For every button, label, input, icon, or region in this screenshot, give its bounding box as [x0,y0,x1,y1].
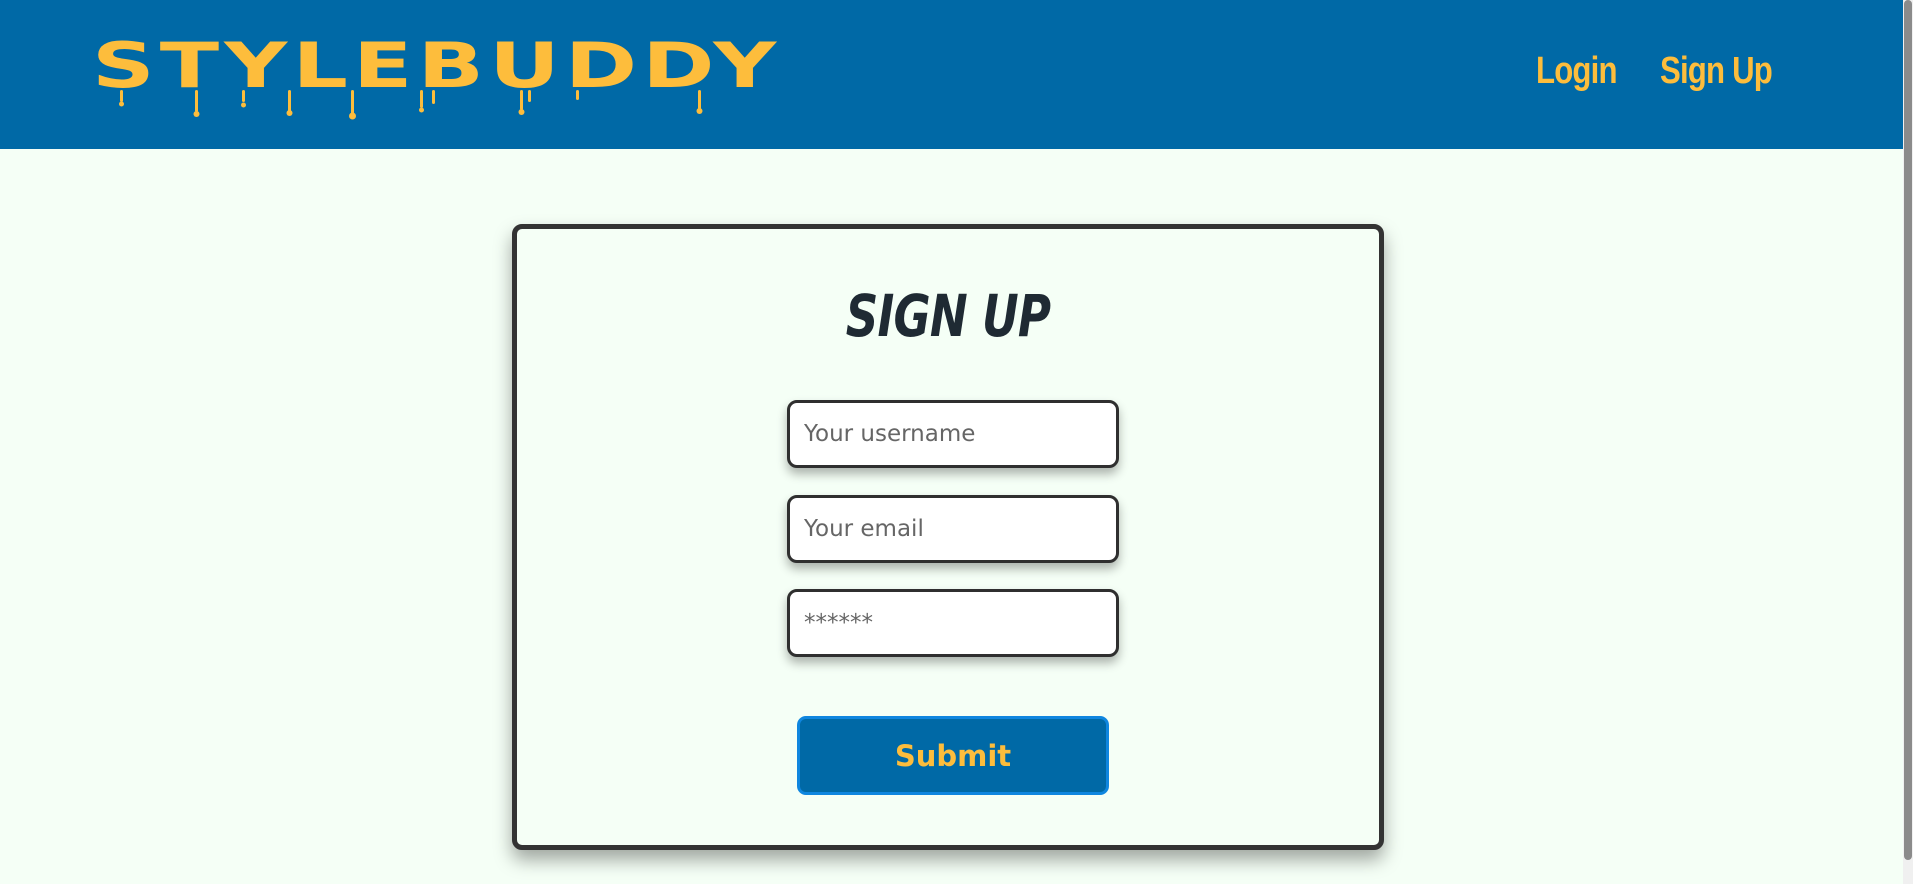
nav-signup-link[interactable]: Sign Up [1660,48,1773,94]
site-logo[interactable]: STYLEBUDDY [92,30,776,130]
signup-card: SIGN UP Submit [512,224,1384,850]
nav-login-link[interactable]: Login [1536,48,1618,94]
page: STYLEBUDDY Login Sign Up SIGN UP Your us… [0,0,1913,884]
page-scrollbar[interactable] [1903,0,1913,884]
username-input[interactable] [787,400,1119,468]
submit-button[interactable]: Submit [797,716,1109,795]
site-header: STYLEBUDDY Login Sign Up [0,0,1913,149]
password-input[interactable] [787,589,1119,657]
signup-title: SIGN UP [845,282,1051,350]
top-nav: Login Sign Up [1536,48,1797,94]
logo-text: STYLEBUDDY [92,30,782,103]
scrollbar-thumb[interactable] [1904,0,1912,860]
email-input[interactable] [787,495,1119,563]
